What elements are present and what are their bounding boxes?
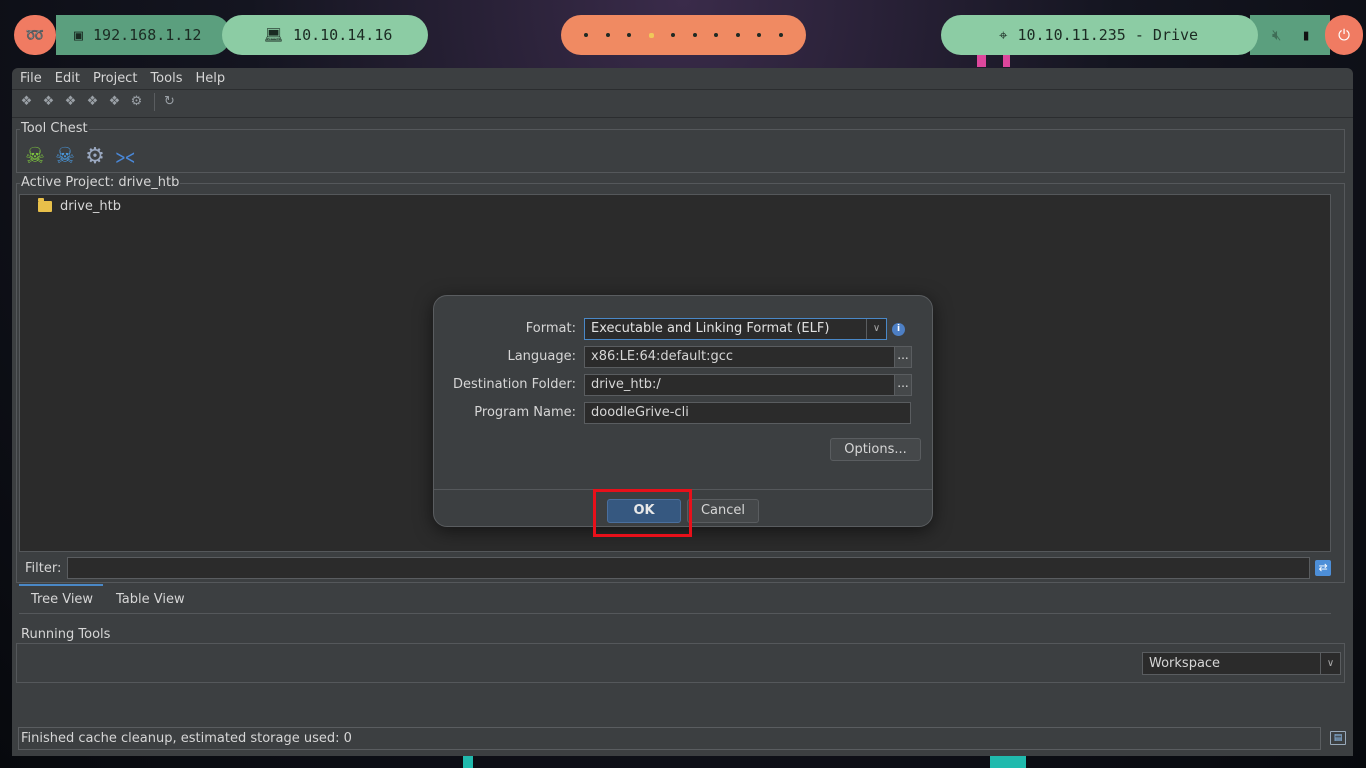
debugger-dragon-icon[interactable]: ☠ (52, 144, 78, 170)
console-icon[interactable]: ▤ (1330, 731, 1346, 745)
target-widget[interactable]: ⌖ 10.10.11.235 - Drive (941, 15, 1258, 55)
vpn-ip-widget[interactable]: 💻︎ 10.10.14.16 (222, 15, 428, 55)
destination-browse-button[interactable]: ... (894, 374, 912, 396)
archive-project-icon[interactable]: ⚙ (128, 94, 145, 110)
program-name-field[interactable]: doodleGrive-cli (584, 402, 911, 424)
destination-row: Destination Folder: drive_htb:/ ... (434, 374, 934, 396)
cancel-button[interactable]: Cancel (687, 499, 759, 523)
workspace-dot-8[interactable] (735, 33, 740, 37)
workspace-dot-1[interactable] (584, 33, 589, 37)
tool-chest-panel (16, 129, 1345, 173)
version-tracking-icon[interactable]: ⪥ (112, 144, 138, 170)
divider (12, 117, 1353, 118)
running-tools-title: Running Tools (20, 627, 112, 642)
language-label: Language: (507, 349, 576, 364)
wallpaper-neon (977, 55, 986, 67)
workspace-dot-4[interactable] (648, 32, 654, 38)
wallpaper-neon (463, 756, 473, 768)
kali-dragon-icon: ➿ (25, 26, 45, 44)
volume-widget[interactable]: 🔇︎ ▮ (1250, 15, 1330, 55)
program-name-label: Program Name: (474, 405, 576, 420)
close-project-icon[interactable]: ❖ (62, 94, 79, 110)
menu-bar: File Edit Project Tools Help (12, 68, 1353, 88)
menu-tools[interactable]: Tools (150, 71, 182, 86)
workspace-dot-3[interactable] (627, 33, 632, 37)
workspace-dot-7[interactable] (714, 33, 719, 37)
codebrowser-dragon-icon[interactable]: ☠ (22, 144, 48, 170)
crosshair-icon: ⌖ (999, 26, 1008, 44)
folder-icon (38, 198, 52, 212)
tree-folder-root[interactable]: drive_htb (38, 198, 121, 214)
status-bar: Finished cache cleanup, estimated storag… (18, 727, 1321, 750)
network-icon: ▣ (74, 26, 84, 44)
program-name-row: Program Name: doodleGrive-cli (434, 402, 934, 424)
power-button[interactable]: ⏻ (1325, 15, 1363, 55)
tool-chest-icons: ☠ ☠ ⚙ ⪥ (22, 144, 142, 170)
target-label: 10.10.11.235 - Drive (1017, 26, 1199, 44)
battery-icon: ▮ (1301, 26, 1311, 44)
filter-options-icon[interactable]: ⇄ (1315, 560, 1331, 576)
menu-help[interactable]: Help (195, 71, 225, 86)
active-project-title: Active Project: drive_htb (20, 175, 181, 190)
main-toolbar: ❖ ❖ ❖ ❖ ❖ ⚙ ↻ (18, 90, 183, 114)
divider (12, 89, 1353, 90)
tab-table-view[interactable]: Table View (116, 592, 185, 607)
workspace-dot-9[interactable] (757, 33, 762, 37)
toolbar-separator (154, 93, 155, 111)
workspace-dot-10[interactable] (778, 33, 783, 37)
filter-row: Filter: ⇄ (19, 555, 1331, 581)
format-value: Executable and Linking Format (ELF) (591, 321, 830, 336)
menu-file[interactable]: File (20, 71, 42, 86)
volume-icon: 🔇︎ (1272, 26, 1282, 44)
options-button[interactable]: Options... (830, 438, 921, 461)
wallpaper-neon (990, 756, 1026, 768)
filter-label: Filter: (25, 560, 62, 576)
language-field[interactable]: x86:LE:64:default:gcc (584, 346, 895, 368)
delete-project-icon[interactable]: ❖ (106, 94, 123, 110)
info-icon[interactable]: i (892, 323, 905, 336)
view-tabs: Tree View Table View (19, 584, 1331, 614)
format-row: Format: Executable and Linking Format (E… (434, 318, 934, 340)
workspace-dot-2[interactable] (605, 33, 610, 37)
workspace-switcher[interactable] (561, 15, 806, 55)
tool-chest-title: Tool Chest (20, 121, 89, 136)
lan-ip-widget[interactable]: ▣ 192.168.1.12 (56, 15, 231, 55)
tab-tree-view[interactable]: Tree View (31, 592, 93, 607)
chevron-down-icon[interactable]: ∨ (1320, 653, 1340, 674)
workspace-dot-5[interactable] (671, 33, 676, 37)
new-project-icon[interactable]: ❖ (18, 94, 35, 110)
laptop-icon: 💻︎ (264, 26, 284, 44)
language-row: Language: x86:LE:64:default:gcc ... (434, 346, 934, 368)
chevron-down-icon[interactable]: ∨ (866, 319, 886, 339)
language-browse-button[interactable]: ... (894, 346, 912, 368)
format-label: Format: (525, 321, 576, 336)
status-message: Finished cache cleanup, estimated storag… (21, 731, 352, 746)
active-tab-indicator (19, 584, 103, 586)
refresh-icon[interactable]: ↻ (161, 94, 178, 110)
destination-label: Destination Folder: (452, 377, 576, 392)
workspace-dot-6[interactable] (692, 33, 697, 37)
menu-edit[interactable]: Edit (55, 71, 80, 86)
format-select[interactable]: Executable and Linking Format (ELF) ∨ (584, 318, 887, 340)
save-project-icon[interactable]: ❖ (84, 94, 101, 110)
filter-input[interactable] (67, 557, 1311, 579)
top-panel: ➿ ▣ 192.168.1.12 💻︎ 10.10.14.16 🔇︎ ▮ ⌖ 1… (0, 15, 1366, 55)
open-project-icon[interactable]: ❖ (40, 94, 57, 110)
folder-label: drive_htb (60, 199, 121, 214)
workspace-value: Workspace (1149, 656, 1221, 671)
vpn-ip: 10.10.14.16 (293, 26, 393, 44)
destination-field[interactable]: drive_htb:/ (584, 374, 895, 396)
wallpaper-neon (1003, 55, 1010, 67)
ok-highlight-annotation (593, 489, 692, 537)
workspace-select[interactable]: Workspace ∨ (1142, 652, 1341, 675)
gears-icon[interactable]: ⚙ (82, 144, 108, 170)
kali-menu-button[interactable]: ➿ (14, 15, 56, 55)
power-icon: ⏻ (1338, 26, 1350, 44)
lan-ip: 192.168.1.12 (93, 26, 202, 44)
menu-project[interactable]: Project (93, 71, 137, 86)
